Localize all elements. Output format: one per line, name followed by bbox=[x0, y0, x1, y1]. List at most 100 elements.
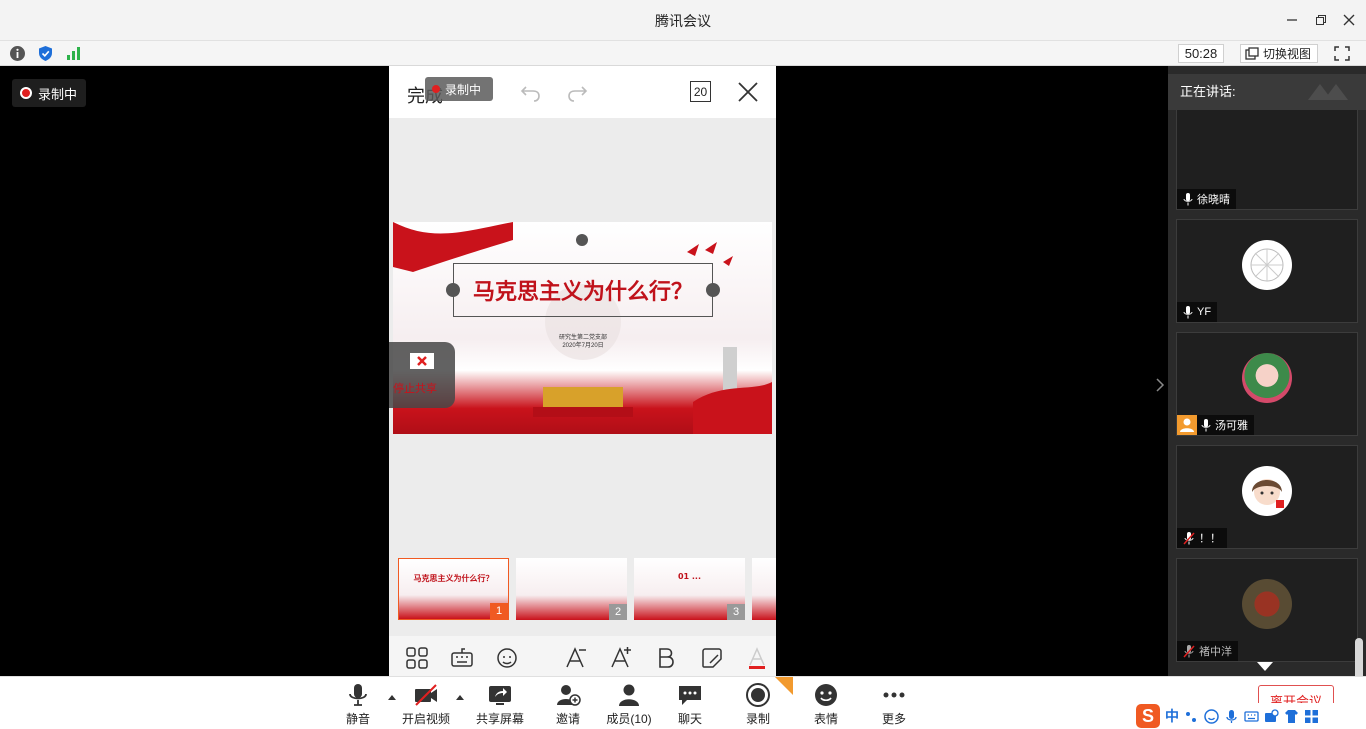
participant-name: 汤可雅 bbox=[1215, 420, 1248, 432]
thumbnail-text: 01 ... bbox=[677, 572, 702, 581]
microphone-icon bbox=[1183, 192, 1193, 205]
invite-user-icon bbox=[557, 685, 581, 706]
participant-tile-3[interactable]: 汤可雅 bbox=[1176, 332, 1358, 436]
participant-namebar: YF bbox=[1177, 302, 1218, 322]
switch-view-button[interactable]: 切换视图 bbox=[1240, 44, 1318, 63]
microphone-muted-icon bbox=[1183, 531, 1195, 545]
participant-tile-5[interactable]: 褚中洋 bbox=[1176, 558, 1358, 662]
share-screen-button[interactable]: 共享屏幕 bbox=[470, 682, 530, 728]
chat-button[interactable]: 聊天 bbox=[660, 682, 720, 728]
participant-namebar: 汤可雅 bbox=[1177, 415, 1254, 435]
sogou-logo-icon[interactable]: S bbox=[1136, 704, 1160, 728]
resize-handle-right[interactable] bbox=[706, 283, 720, 297]
participant-tile-1[interactable]: 徐晓晴 bbox=[1176, 110, 1358, 210]
participant-tile-4[interactable]: ！！ bbox=[1176, 445, 1358, 549]
resize-handle-left[interactable] bbox=[446, 283, 460, 297]
stop-share-icon bbox=[410, 353, 434, 369]
members-icon bbox=[619, 684, 639, 706]
minimize-button[interactable] bbox=[1280, 8, 1304, 32]
participants-panel: 正在讲话: 徐晓晴 YF 汤可雅 ！！ 褚中洋 bbox=[1168, 66, 1366, 676]
close-window-button[interactable] bbox=[1337, 8, 1361, 32]
start-video-label: 开启视频 bbox=[401, 712, 450, 726]
mute-label: 静音 bbox=[345, 712, 370, 726]
microphone-icon bbox=[1183, 305, 1193, 318]
avatar bbox=[1242, 466, 1292, 516]
recording-label: 录制中 bbox=[38, 86, 78, 102]
ime-tools-icon[interactable] bbox=[1264, 708, 1279, 724]
recording-pill: 录制中 bbox=[425, 77, 493, 101]
tiananmen-base-shape bbox=[533, 407, 633, 417]
info-icon[interactable] bbox=[9, 45, 26, 62]
thumbnail-4[interactable] bbox=[752, 558, 776, 620]
text-color-icon[interactable] bbox=[745, 646, 769, 670]
stop-share-button[interactable]: 停止共享 bbox=[389, 342, 455, 408]
members-button[interactable]: 成员(10) bbox=[599, 682, 659, 728]
participant-tile-2[interactable]: YF bbox=[1176, 219, 1358, 323]
page-count[interactable]: 20 bbox=[690, 81, 711, 102]
punctuation-icon[interactable] bbox=[1184, 709, 1199, 724]
recording-dot-icon bbox=[20, 87, 32, 99]
ime-keyboard-icon[interactable] bbox=[1244, 709, 1259, 724]
title-bar: 腾讯会议 bbox=[0, 0, 1366, 40]
ime-language-toggle[interactable]: 中 bbox=[1165, 706, 1179, 726]
emoji-button[interactable]: 表情 bbox=[796, 682, 856, 728]
slide-subtitle: 研究生第二党支部 2020年7月20日 bbox=[533, 334, 633, 350]
slide-subtitle-line1: 研究生第二党支部 bbox=[558, 335, 607, 341]
shared-screen[interactable]: 完成 录制中 20 马克思主义为什么行？ 研究生第二党支部 2020年7月20日 bbox=[389, 66, 776, 676]
video-off-icon bbox=[415, 684, 437, 706]
tencent-meeting-logo-icon bbox=[1308, 84, 1348, 100]
ime-emoji-icon[interactable] bbox=[1204, 708, 1219, 724]
redo-icon[interactable] bbox=[566, 82, 588, 102]
signal-strength-icon[interactable] bbox=[65, 45, 82, 62]
chat-icon bbox=[679, 686, 701, 705]
ime-skin-icon[interactable] bbox=[1284, 709, 1299, 724]
thumbnail-1[interactable]: 马克思主义为什么行？ 1 bbox=[398, 558, 509, 620]
scroll-down-icon[interactable] bbox=[1256, 661, 1274, 672]
record-label: 录制 bbox=[745, 712, 770, 726]
collapse-panel-icon[interactable] bbox=[1155, 378, 1165, 392]
font-size-increase-icon[interactable] bbox=[609, 646, 633, 670]
participant-name: 徐晓晴 bbox=[1197, 194, 1230, 206]
video-options-caret-icon[interactable] bbox=[455, 693, 465, 701]
record-active-badge-icon bbox=[775, 677, 793, 695]
participant-namebar: 褚中洋 bbox=[1177, 641, 1238, 661]
keyboard-icon[interactable] bbox=[450, 646, 474, 670]
start-video-button[interactable]: 开启视频 bbox=[396, 682, 456, 728]
maximize-button[interactable] bbox=[1309, 8, 1333, 32]
more-button[interactable]: 更多 bbox=[864, 682, 924, 728]
thumbnail-3[interactable]: 01 ... 3 bbox=[634, 558, 745, 620]
voice-input-icon[interactable] bbox=[495, 646, 519, 670]
rotate-handle[interactable] bbox=[576, 234, 588, 246]
close-icon[interactable] bbox=[738, 82, 758, 102]
tiananmen-shape bbox=[543, 387, 623, 407]
more-label: 更多 bbox=[881, 712, 906, 726]
fullscreen-icon[interactable] bbox=[1331, 44, 1353, 63]
microphone-icon bbox=[349, 684, 367, 706]
ime-menu-icon[interactable] bbox=[1304, 709, 1319, 724]
mute-button[interactable]: 静音 bbox=[328, 682, 388, 728]
microphone-muted-icon bbox=[1183, 644, 1195, 658]
ime-voice-icon[interactable] bbox=[1224, 709, 1239, 724]
security-shield-icon[interactable] bbox=[37, 45, 54, 62]
slide-title[interactable]: 马克思主义为什么行？ bbox=[453, 263, 713, 317]
font-size-decrease-icon[interactable] bbox=[564, 646, 588, 670]
undo-icon[interactable] bbox=[520, 82, 542, 102]
switch-view-icon bbox=[1245, 47, 1259, 60]
stop-share-label: 停止共享 bbox=[393, 383, 437, 395]
bold-icon[interactable] bbox=[654, 646, 678, 670]
recording-indicator: 录制中 bbox=[12, 79, 86, 107]
participant-namebar: 徐晓晴 bbox=[1177, 189, 1236, 209]
invite-button[interactable]: 邀请 bbox=[538, 682, 598, 728]
avatar bbox=[1242, 353, 1292, 403]
thumbnail-2[interactable]: 2 bbox=[516, 558, 627, 620]
participant-name: 褚中洋 bbox=[1199, 646, 1232, 658]
invite-label: 邀请 bbox=[555, 712, 580, 726]
layout-grid-icon[interactable] bbox=[405, 646, 429, 670]
meeting-info-bar: 50:28 切换视图 bbox=[0, 40, 1366, 66]
participant-name: YF bbox=[1197, 306, 1212, 318]
highlight-icon[interactable] bbox=[700, 646, 724, 670]
avatar bbox=[1242, 579, 1292, 629]
avatar-graphic-icon bbox=[1252, 479, 1284, 508]
minimize-icon bbox=[1287, 19, 1297, 21]
share-screen-icon bbox=[489, 686, 511, 705]
